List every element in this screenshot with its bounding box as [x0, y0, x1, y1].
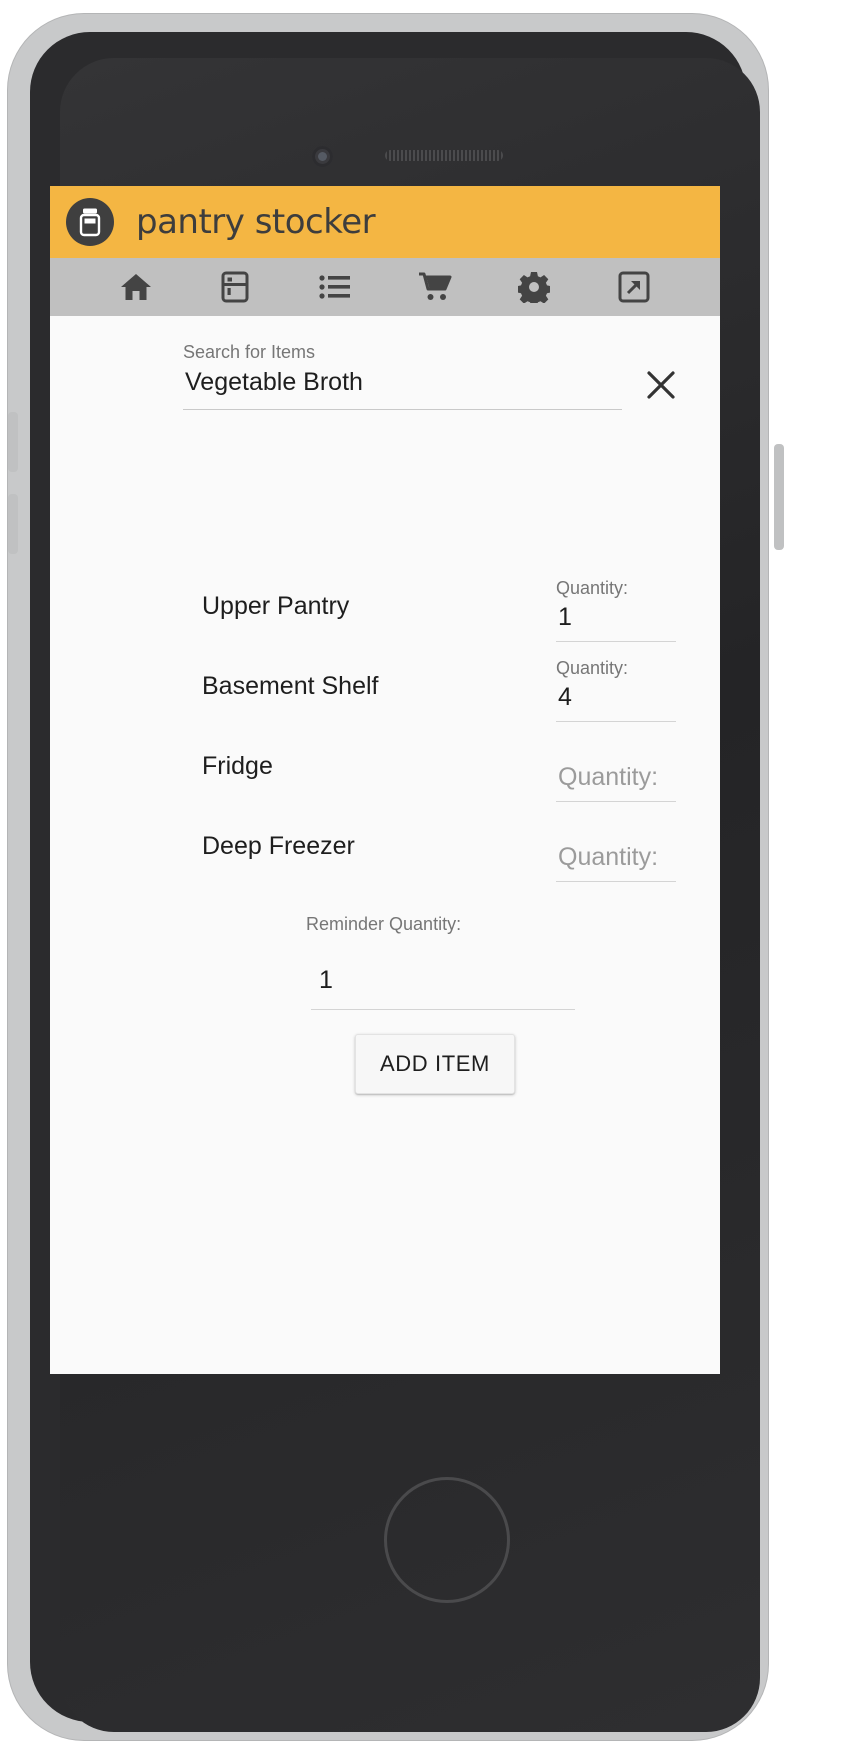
fridge-icon — [221, 271, 249, 303]
jar-icon — [66, 198, 114, 246]
power-button[interactable] — [774, 444, 784, 550]
location-name: Upper Pantry — [202, 592, 350, 620]
search-block: Search for Items — [50, 316, 720, 410]
cart-icon — [418, 272, 452, 302]
front-camera-icon — [312, 146, 333, 167]
location-row: Basement Shelf Quantity: — [50, 658, 720, 738]
close-icon — [646, 370, 676, 405]
nav-cart-button[interactable] — [407, 264, 463, 310]
location-row: Fridge Quantity: — [50, 738, 720, 818]
quantity-field: Quantity: — [556, 576, 676, 642]
list-icon — [319, 274, 351, 300]
quantity-field: Quantity: — [556, 736, 676, 802]
quantity-input[interactable] — [556, 840, 676, 882]
search-input[interactable] — [183, 368, 622, 410]
quantity-field: Quantity: — [556, 816, 676, 882]
volume-up-button[interactable] — [8, 412, 18, 472]
clear-search-button[interactable] — [638, 364, 684, 410]
location-list: Upper Pantry Quantity: Basement Shelf Qu… — [50, 578, 720, 898]
quantity-label: Quantity: — [556, 578, 629, 598]
app-bar: pantry stocker — [50, 186, 720, 258]
app-title: pantry stocker — [136, 202, 376, 242]
quantity-field: Quantity: — [556, 656, 676, 722]
quantity-input[interactable] — [556, 600, 676, 642]
search-label: Search for Items — [183, 342, 316, 362]
nav-home-button[interactable] — [108, 264, 164, 310]
quantity-label: Quantity: — [556, 658, 629, 678]
reminder-quantity-label: Reminder Quantity: — [306, 914, 462, 934]
location-row: Upper Pantry Quantity: — [50, 578, 720, 658]
location-row: Deep Freezer Quantity: — [50, 818, 720, 898]
home-button[interactable] — [384, 1477, 510, 1603]
quantity-input[interactable] — [556, 760, 676, 802]
nav-bar — [50, 258, 720, 316]
device-stage: pantry stocker Search for Items Vegetabl… — [0, 0, 861, 1754]
add-item-button[interactable]: ADD ITEM — [355, 1034, 515, 1094]
logout-icon — [618, 271, 650, 303]
location-name: Deep Freezer — [202, 832, 355, 860]
gear-icon — [518, 271, 551, 303]
nav-logout-button[interactable] — [606, 264, 662, 310]
form-content: Search for Items Upper Pantry Quantit — [50, 316, 720, 1374]
volume-down-button[interactable] — [8, 494, 18, 554]
earpiece-speaker — [385, 150, 503, 161]
nav-list-button[interactable] — [307, 264, 363, 310]
home-icon — [120, 272, 152, 302]
location-name: Basement Shelf — [202, 672, 379, 700]
reminder-quantity-input[interactable] — [311, 966, 575, 1010]
nav-fridge-button[interactable] — [207, 264, 263, 310]
location-name: Fridge — [202, 752, 273, 780]
nav-settings-button[interactable] — [506, 264, 562, 310]
app-screen: pantry stocker Search for Items Vegetabl… — [50, 186, 720, 1374]
quantity-input[interactable] — [556, 680, 676, 722]
